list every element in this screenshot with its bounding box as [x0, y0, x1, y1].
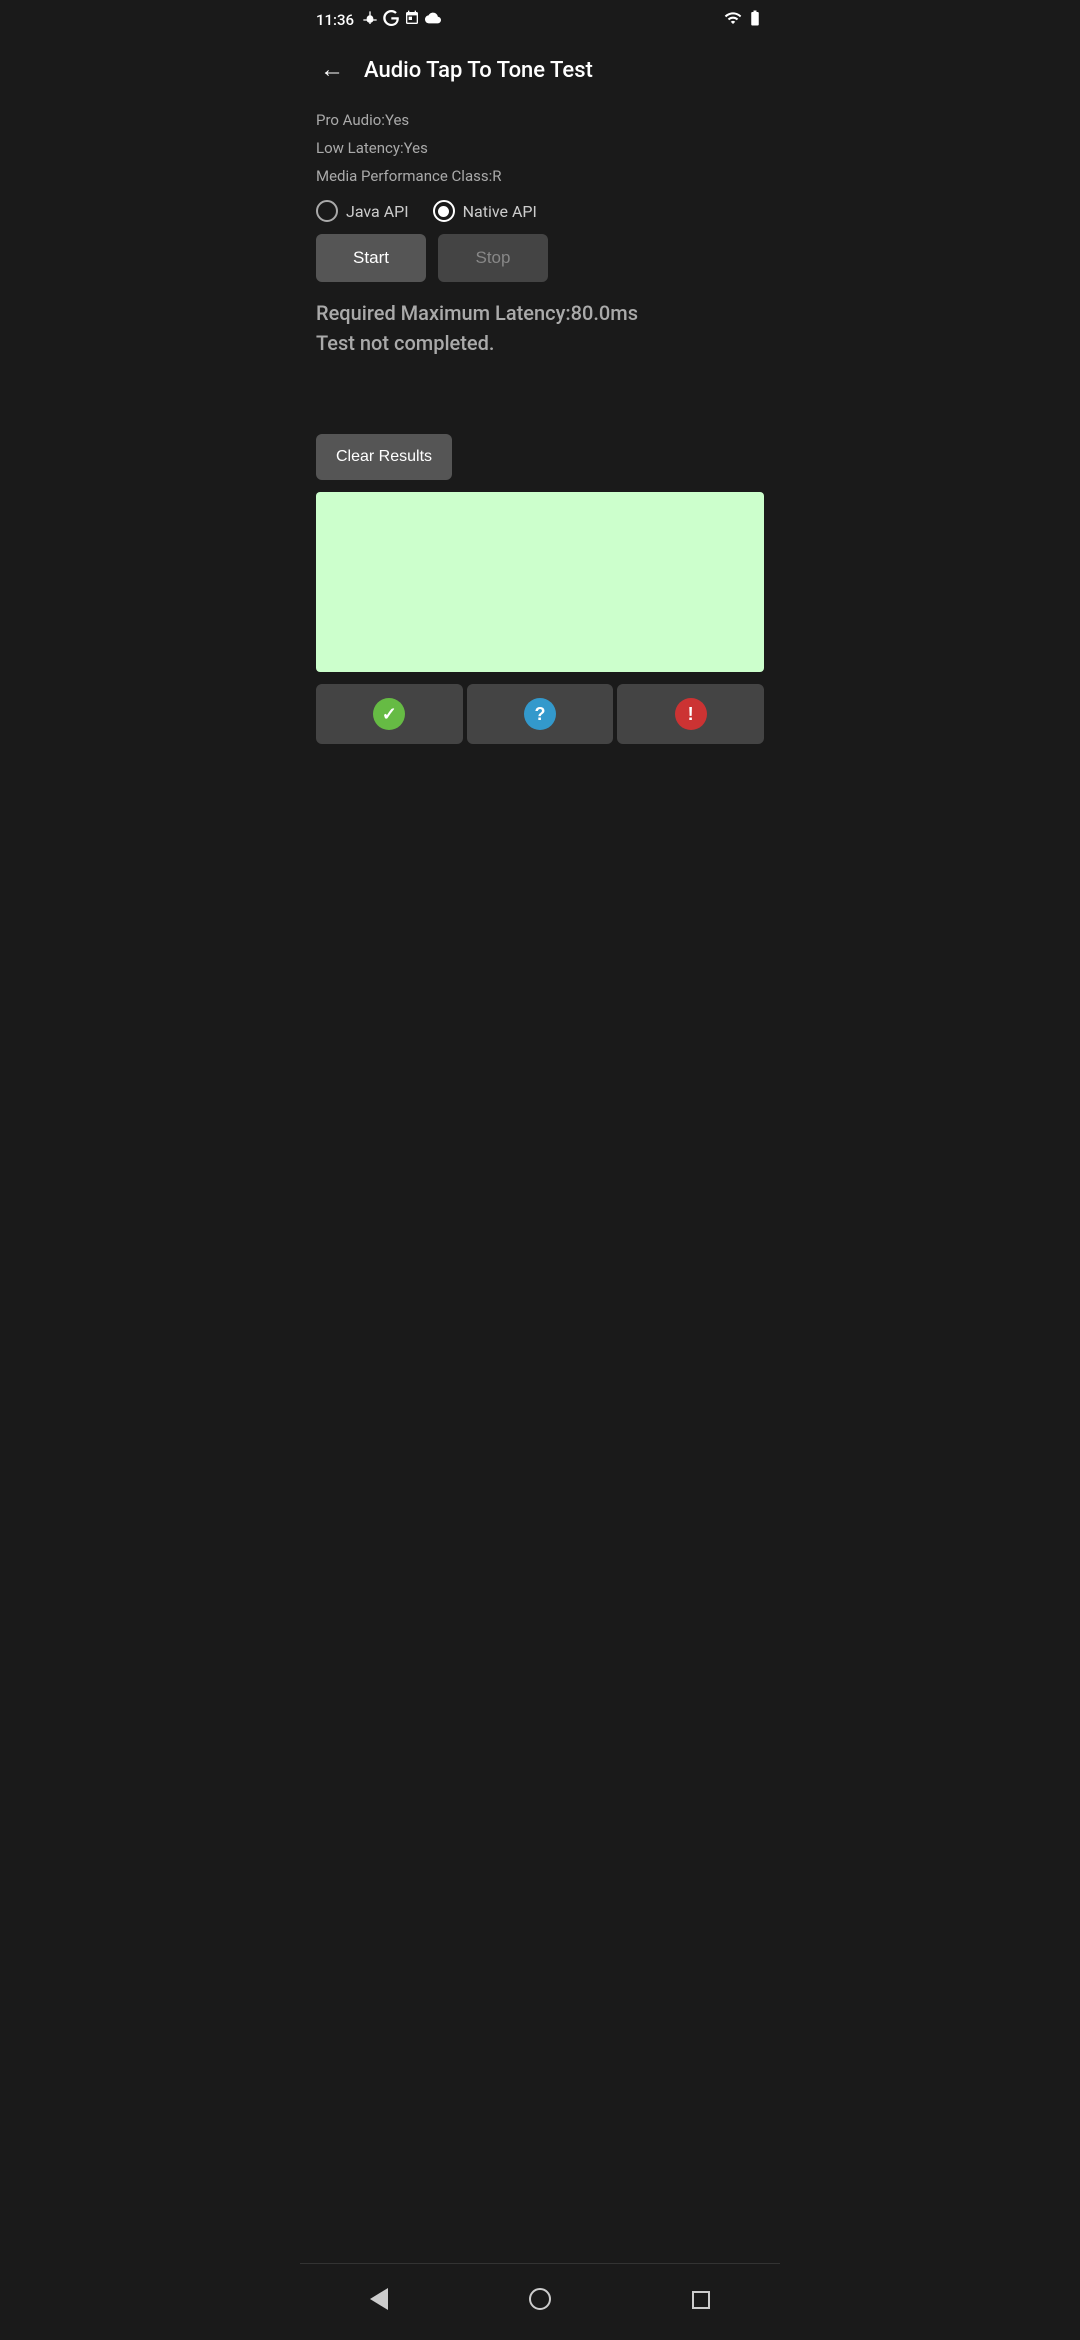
clear-results-button[interactable]: Clear Results — [316, 434, 452, 480]
fan-icon — [362, 10, 378, 30]
status-bar: 11:36 — [300, 0, 780, 40]
nav-back-icon — [370, 2288, 388, 2310]
check-icon: ✓ — [373, 698, 405, 730]
action-buttons: Start Stop — [316, 234, 764, 282]
question-icon: ? — [524, 698, 556, 730]
battery-icon — [746, 9, 764, 31]
unknown-button[interactable]: ? — [467, 684, 614, 744]
api-radio-group: Java API Native API — [316, 200, 764, 222]
content-area: Pro Audio:Yes Low Latency:Yes Media Perf… — [300, 100, 780, 1512]
fail-button[interactable]: ! — [617, 684, 764, 744]
native-api-option[interactable]: Native API — [433, 200, 537, 222]
native-api-label: Native API — [463, 202, 537, 221]
nav-bar — [300, 2263, 780, 2340]
exclamation-icon: ! — [675, 698, 707, 730]
pro-audio-info: Pro Audio:Yes — [316, 108, 764, 132]
page-title: Audio Tap To Tone Test — [364, 58, 593, 83]
status-icons — [362, 10, 441, 30]
low-latency-info: Low Latency:Yes — [316, 136, 764, 160]
java-api-label: Java API — [346, 202, 409, 221]
status-bar-left: 11:36 — [316, 10, 441, 30]
status-time: 11:36 — [316, 11, 354, 29]
result-display: Required Maximum Latency:80.0ms Test not… — [316, 298, 764, 358]
status-bar-right — [724, 9, 764, 31]
result-line1: Required Maximum Latency:80.0ms — [316, 298, 764, 328]
back-button[interactable]: ← — [316, 52, 348, 88]
google-icon — [383, 10, 399, 30]
media-perf-info: Media Performance Class:R — [316, 164, 764, 188]
java-api-option[interactable]: Java API — [316, 200, 409, 222]
status-buttons: ✓ ? ! — [316, 684, 764, 744]
pass-button[interactable]: ✓ — [316, 684, 463, 744]
start-button[interactable]: Start — [316, 234, 426, 282]
java-api-radio[interactable] — [316, 200, 338, 222]
waveform-display — [316, 492, 764, 672]
nav-home-button[interactable] — [509, 2280, 571, 2324]
stop-button[interactable]: Stop — [438, 234, 548, 282]
toolbar: ← Audio Tap To Tone Test — [300, 40, 780, 100]
result-line2: Test not completed. — [316, 328, 764, 358]
cloud-icon — [425, 10, 441, 30]
nav-recent-icon — [692, 2291, 710, 2309]
nav-recent-button[interactable] — [672, 2281, 730, 2323]
nav-back-button[interactable] — [350, 2280, 408, 2324]
nav-home-icon — [529, 2288, 551, 2310]
wifi-icon — [724, 9, 742, 31]
native-api-radio[interactable] — [433, 200, 455, 222]
calendar-icon — [404, 10, 420, 30]
info-lines: Pro Audio:Yes Low Latency:Yes Media Perf… — [316, 108, 764, 188]
